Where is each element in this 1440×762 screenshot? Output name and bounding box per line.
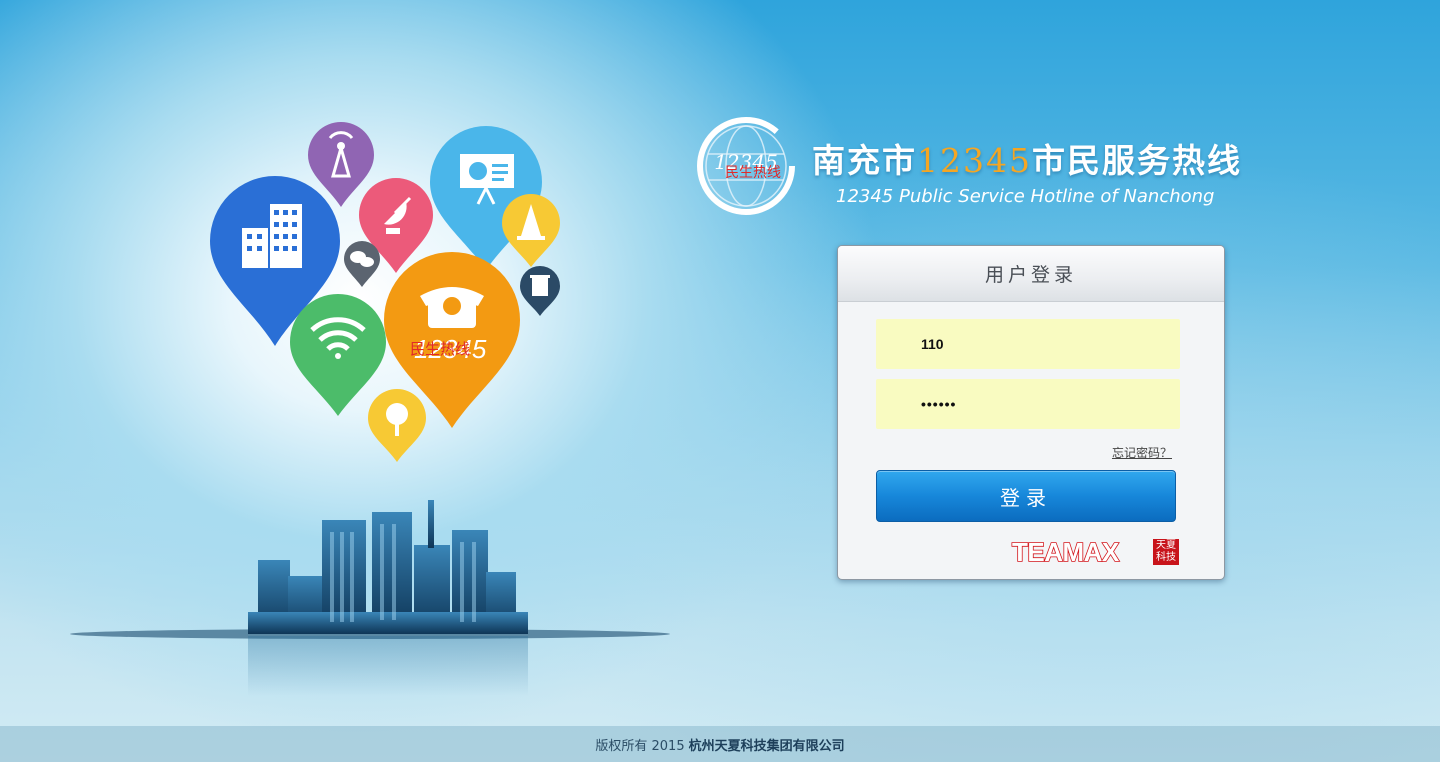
footer: 版权所有 2015 杭州天夏科技集团有限公司 [0, 726, 1440, 762]
login-title: 用户登录 [838, 246, 1224, 302]
city-skyline [248, 500, 528, 634]
recycle-bin-pin-icon [520, 266, 560, 316]
city-hotline-illustration [70, 122, 670, 696]
page-subtitle: 12345 Public Service Hotline of Nanchong [836, 186, 1215, 207]
brand-seal: 天夏科技 [1153, 539, 1179, 565]
company-name: 杭州天夏科技集团有限公司 [688, 738, 845, 754]
login-button[interactable]: 登录 [876, 470, 1176, 522]
title-prefix: 南充市 [812, 141, 917, 180]
title-number: 12345 [917, 141, 1032, 180]
password-field[interactable] [876, 379, 1180, 429]
copyright-text: 版权所有 2015 [595, 738, 685, 754]
username-field[interactable] [876, 319, 1180, 369]
chat-pin-icon [344, 241, 380, 287]
teamax-logo: TEAMAX 天夏科技 [1011, 536, 1180, 568]
tree-pin-icon [368, 389, 426, 462]
wifi-pin-icon [290, 294, 386, 416]
brand-name: TEAMAX [1011, 536, 1120, 568]
traffic-cone-pin-icon [502, 194, 560, 267]
title-suffix: 市民服务热线 [1031, 141, 1242, 180]
login-panel: 用户登录 忘记密码？ 登录 TEAMAX 天夏科技 [837, 245, 1225, 580]
phone-pin-label: 民生热线 [410, 340, 471, 358]
logo-tag: 民生热线 [725, 165, 781, 181]
forgot-password-link[interactable]: 忘记密码？ [1112, 444, 1172, 461]
page-title: 南充市12345市民服务热线 [812, 134, 1272, 182]
